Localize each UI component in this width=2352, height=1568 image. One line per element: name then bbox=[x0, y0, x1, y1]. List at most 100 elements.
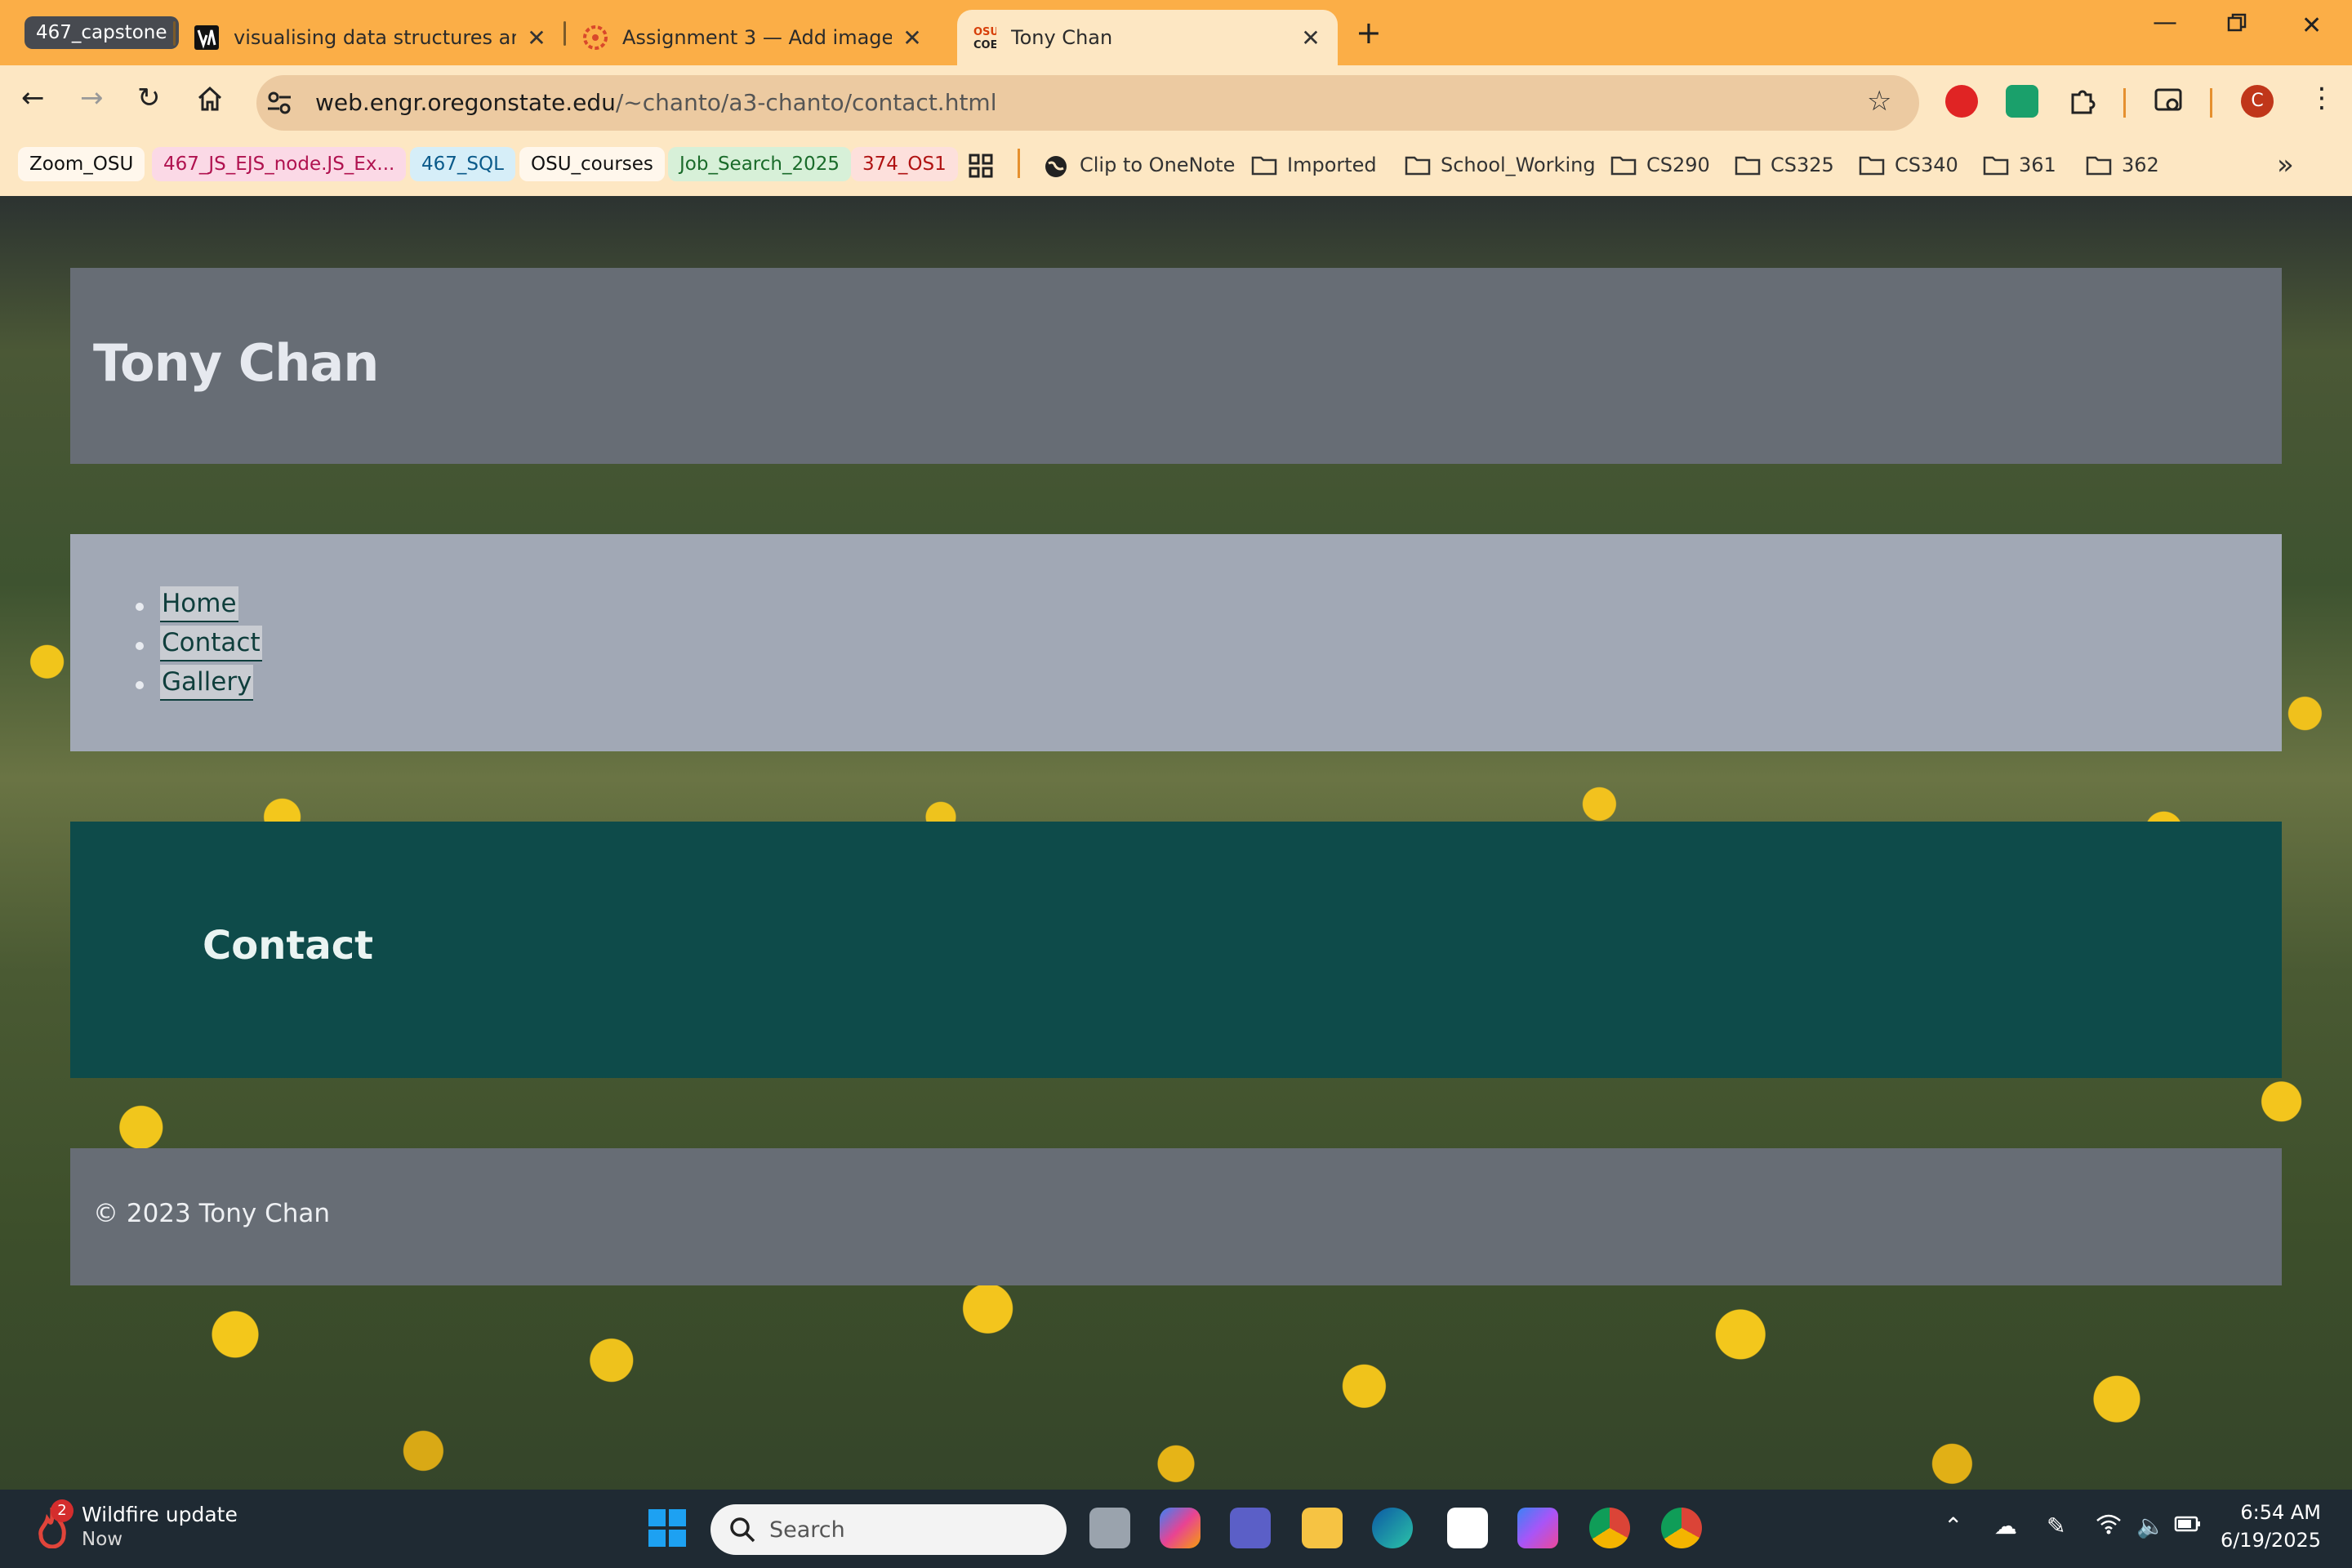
bookmark-group[interactable]: 374_OS1 bbox=[851, 147, 958, 181]
copilot-icon[interactable] bbox=[1160, 1508, 1200, 1548]
battery-icon[interactable] bbox=[2174, 1512, 2202, 1541]
close-tab-icon[interactable]: ✕ bbox=[900, 24, 924, 51]
nav-link-home[interactable]: Home bbox=[160, 586, 238, 622]
taskbar-search[interactable]: Search bbox=[710, 1504, 1067, 1555]
profile-avatar[interactable]: C bbox=[2241, 85, 2274, 118]
tab-assignment-3[interactable]: Assignment 3 — Add images ar ✕ bbox=[568, 10, 939, 65]
extensions-puzzle-icon[interactable] bbox=[2066, 85, 2099, 118]
tab-title: visualising data structures and a bbox=[234, 26, 516, 49]
bookmark-folder-cs325[interactable]: CS325 bbox=[1735, 149, 1834, 181]
tab-group-chip[interactable]: 467_capstone bbox=[24, 16, 179, 49]
nav-item: Contact bbox=[136, 626, 262, 665]
wifi-icon[interactable] bbox=[2096, 1512, 2122, 1541]
close-tab-icon[interactable]: ✕ bbox=[1298, 24, 1323, 51]
reload-icon[interactable]: ↻ bbox=[137, 82, 161, 114]
close-window-icon[interactable]: ✕ bbox=[2301, 11, 2322, 40]
folder-icon bbox=[2086, 156, 2112, 176]
tab-title: Assignment 3 — Add images ar bbox=[622, 26, 892, 49]
nav-list: Home Contact Gallery bbox=[136, 586, 262, 704]
close-tab-icon[interactable]: ✕ bbox=[524, 24, 549, 51]
tab-search-icon[interactable] bbox=[2153, 85, 2185, 118]
bookmark-group[interactable]: 467_JS_EJS_node.JS_Ex... bbox=[152, 147, 407, 181]
edge-icon[interactable] bbox=[1372, 1508, 1413, 1548]
tab-separator bbox=[173, 21, 176, 46]
search-icon bbox=[730, 1517, 755, 1543]
chrome-profile-c-icon[interactable] bbox=[1661, 1508, 1702, 1548]
site-title: Tony Chan bbox=[93, 333, 379, 393]
tab-visualising[interactable]: visualising data structures and a ✕ bbox=[180, 10, 564, 65]
minimize-icon[interactable]: — bbox=[2153, 8, 2177, 37]
back-arrow-icon[interactable]: ← bbox=[21, 82, 45, 114]
folder-icon bbox=[1735, 156, 1761, 176]
m365-icon[interactable] bbox=[1517, 1508, 1558, 1548]
site-header: Tony Chan bbox=[70, 268, 2282, 464]
site-nav: Home Contact Gallery bbox=[70, 534, 2282, 751]
site-settings-icon[interactable] bbox=[265, 88, 294, 118]
bookmark-folder-school-working[interactable]: School_Working bbox=[1405, 149, 1596, 181]
home-icon[interactable] bbox=[196, 85, 224, 120]
folder-icon bbox=[1610, 156, 1637, 176]
menu-kebab-icon[interactable]: ⋮ bbox=[2308, 82, 2336, 114]
nav-item: Home bbox=[136, 586, 262, 626]
svg-text:OSU: OSU bbox=[973, 26, 996, 38]
bookmark-folder-cs340[interactable]: CS340 bbox=[1859, 149, 1958, 181]
tab-tony-chan[interactable]: OSU COE Tony Chan ✕ bbox=[957, 10, 1338, 65]
folder-icon bbox=[1405, 156, 1431, 176]
page-viewport: Tony Chan Home Contact Gallery Contact ©… bbox=[0, 196, 2352, 1490]
folder-icon bbox=[1983, 156, 2009, 176]
page-heading: Contact bbox=[203, 923, 374, 969]
windows-start-icon[interactable] bbox=[647, 1508, 688, 1548]
bookmarks-divider bbox=[1018, 149, 1020, 178]
bookmark-folder-362[interactable]: 362 bbox=[2086, 149, 2159, 181]
bookmark-group[interactable]: Job_Search_2025 bbox=[668, 147, 852, 181]
bookmark-star-icon[interactable]: ☆ bbox=[1867, 85, 1891, 118]
volume-icon[interactable]: 🔈 bbox=[2136, 1512, 2165, 1539]
bookmark-group[interactable]: Zoom_OSU bbox=[18, 147, 145, 181]
tab-title: Tony Chan bbox=[1011, 26, 1113, 49]
file-explorer-icon[interactable] bbox=[1302, 1508, 1343, 1548]
restore-icon[interactable] bbox=[2226, 11, 2247, 40]
site-footer: © 2023 Tony Chan bbox=[70, 1148, 2282, 1285]
main-content: Contact bbox=[70, 822, 2282, 1078]
adblock-extension-icon[interactable] bbox=[1945, 85, 1978, 118]
bookmark-group[interactable]: OSU_courses bbox=[519, 147, 665, 181]
notification-title[interactable]: Wildfire update bbox=[82, 1503, 238, 1526]
toolbar-divider bbox=[2210, 88, 2212, 118]
forward-arrow-icon[interactable]: → bbox=[80, 82, 104, 114]
nav-item: Gallery bbox=[136, 665, 262, 704]
nav-link-contact[interactable]: Contact bbox=[160, 626, 262, 662]
bookmark-folder-cs290[interactable]: CS290 bbox=[1610, 149, 1710, 181]
search-placeholder: Search bbox=[769, 1517, 845, 1543]
svg-text:COE: COE bbox=[973, 39, 996, 51]
bookmark-folder-361[interactable]: 361 bbox=[1983, 149, 2056, 181]
new-tab-button[interactable]: + bbox=[1356, 15, 1382, 51]
bookmarks-overflow-chevron-icon[interactable]: » bbox=[2277, 149, 2294, 181]
folder-icon bbox=[1859, 156, 1885, 176]
nav-link-gallery[interactable]: Gallery bbox=[160, 665, 254, 701]
apps-grid-icon[interactable] bbox=[969, 149, 993, 181]
clock-date[interactable]: 6/19/2025 bbox=[2221, 1529, 2321, 1552]
canvas-logo-icon bbox=[583, 25, 608, 50]
toolbar-divider bbox=[2123, 88, 2126, 118]
copyright-text: © 2023 Tony Chan bbox=[93, 1199, 331, 1228]
va-logo-icon bbox=[194, 25, 219, 50]
chrome-profile-t-icon[interactable] bbox=[1589, 1508, 1630, 1548]
tray-overflow-chevron-icon[interactable]: ⌃ bbox=[1944, 1512, 1962, 1539]
bookmark-folder-imported[interactable]: Imported bbox=[1251, 149, 1377, 181]
bookmark-group[interactable]: 467_SQL bbox=[410, 147, 515, 181]
teams-icon[interactable] bbox=[1230, 1508, 1271, 1548]
pen-icon[interactable]: ✎ bbox=[2047, 1512, 2065, 1539]
store-icon[interactable] bbox=[1447, 1508, 1488, 1548]
osu-coe-logo-icon: OSU COE bbox=[972, 25, 996, 51]
url-text: web.engr.oregonstate.edu/~chanto/a3-chan… bbox=[315, 89, 997, 116]
tab-separator bbox=[564, 21, 566, 46]
notification-time: Now bbox=[82, 1529, 123, 1550]
onenote-clipper[interactable]: Clip to OneNote bbox=[1044, 149, 1235, 181]
clock-time[interactable]: 6:54 AM bbox=[2240, 1501, 2321, 1524]
onedrive-cloud-icon[interactable]: ☁ bbox=[1994, 1512, 2017, 1539]
globe-icon bbox=[1045, 156, 1067, 177]
search-extension-icon[interactable] bbox=[2006, 85, 2038, 118]
address-bar[interactable]: web.engr.oregonstate.edu/~chanto/a3-chan… bbox=[256, 75, 1919, 131]
folder-icon bbox=[1251, 156, 1277, 176]
task-view-icon[interactable] bbox=[1089, 1508, 1130, 1548]
